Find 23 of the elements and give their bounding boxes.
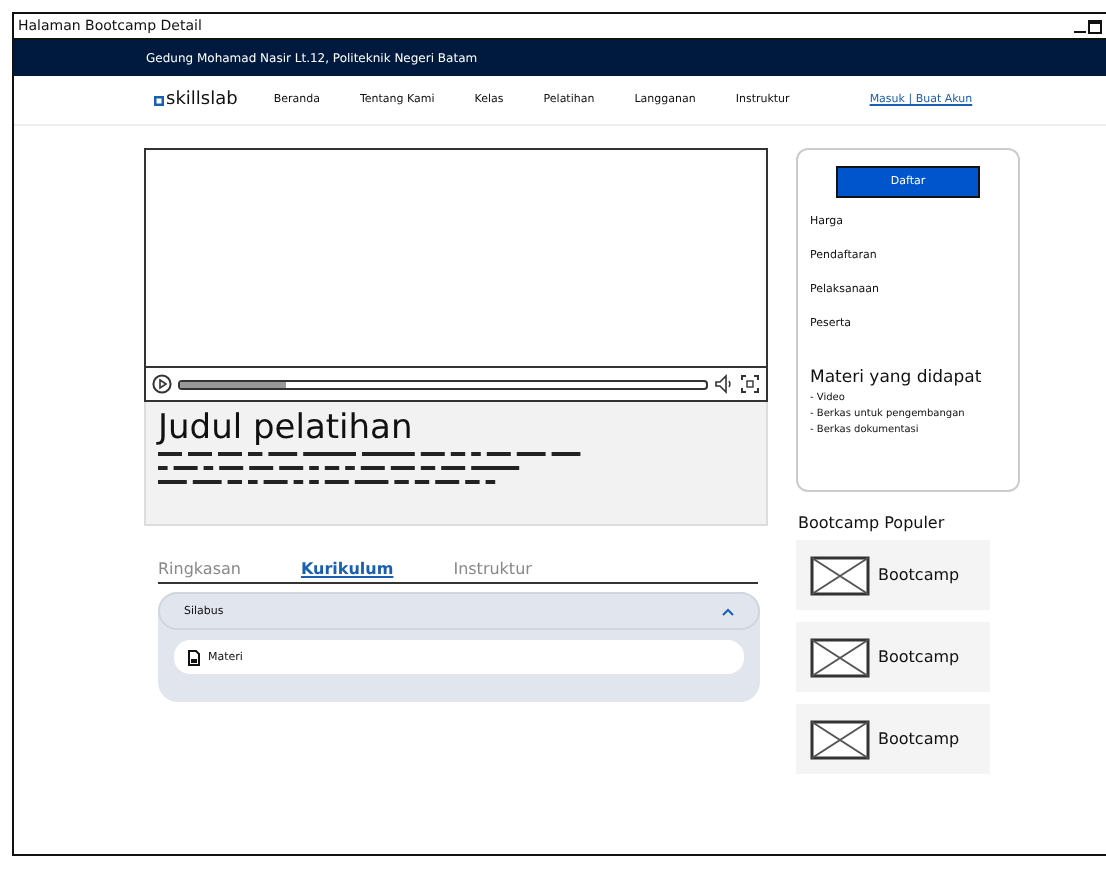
- tab[interactable]: Instruktur: [453, 560, 532, 578]
- course-title: Judul pelatihan: [158, 408, 415, 448]
- materials-title: Materi yang didapat: [810, 368, 984, 388]
- progress-track[interactable]: [178, 379, 708, 389]
- maximize-icon[interactable]: [1088, 18, 1102, 34]
- tab[interactable]: Kurikulum: [300, 560, 394, 578]
- fullscreen-icon[interactable]: [740, 374, 760, 394]
- image-placeholder-icon: [810, 555, 870, 595]
- logo[interactable]: skillslab: [154, 90, 238, 110]
- image-placeholder-icon: [810, 637, 870, 677]
- tab[interactable]: Ringkasan: [158, 560, 241, 578]
- popular-card-title: Bootcamp: [878, 648, 960, 666]
- play-icon[interactable]: [152, 374, 172, 394]
- document-icon: [188, 649, 200, 665]
- popular-card-title: Bootcamp: [878, 730, 960, 748]
- popular-card[interactable]: Bootcamp: [796, 704, 990, 774]
- image-placeholder-icon: [810, 719, 870, 759]
- popular-title: Bootcamp Populer: [798, 514, 947, 532]
- popular-card-title: Bootcamp: [878, 566, 960, 584]
- popular-card[interactable]: Bootcamp: [796, 622, 990, 692]
- chevron-icon[interactable]: [722, 607, 734, 615]
- popular-card[interactable]: Bootcamp: [796, 540, 990, 610]
- volume-icon[interactable]: [714, 374, 734, 394]
